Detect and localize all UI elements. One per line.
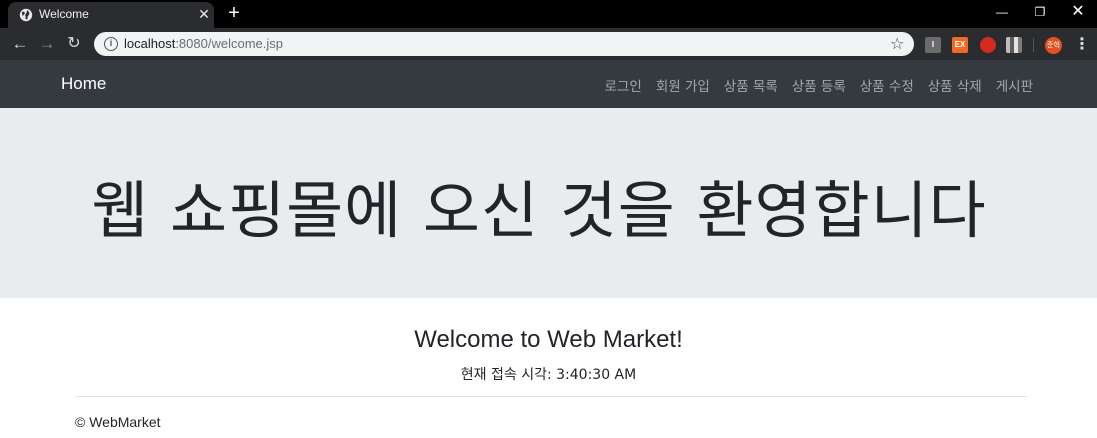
navbar-links: 로그인 회원 가입 상품 목록 상품 등록 상품 수정 상품 삭제 게시판: [605, 75, 1033, 95]
nav-link-board[interactable]: 게시판: [996, 75, 1033, 95]
footer-copyright: © WebMarket: [75, 414, 161, 430]
address-bar[interactable]: i localhost:8080/welcome.jsp ☆: [94, 32, 914, 56]
browser-menu-icon[interactable]: ⋮: [1074, 34, 1090, 54]
back-arrow-icon[interactable]: ←: [10, 34, 30, 54]
navbar-brand-home[interactable]: Home: [61, 74, 106, 94]
access-time-text: 현재 접속 시각: 3:40:30 AM: [460, 367, 637, 383]
browser-tab[interactable]: Welcome ✕: [8, 2, 214, 28]
nav-link-login[interactable]: 로그인: [605, 75, 642, 95]
reload-icon[interactable]: ↻: [64, 34, 84, 54]
nav-link-product-list[interactable]: 상품 목록: [724, 75, 778, 95]
extension-ex-icon[interactable]: EX: [952, 37, 968, 53]
nav-link-signup[interactable]: 회원 가입: [656, 75, 710, 95]
extension-i-icon[interactable]: I: [925, 37, 941, 53]
welcome-heading: Welcome to Web Market!: [414, 326, 683, 353]
globe-icon: [19, 8, 33, 22]
footer-divider: [75, 396, 1027, 397]
window-close-icon[interactable]: ✕: [1060, 0, 1096, 26]
site-navbar: Home 로그인 회원 가입 상품 목록 상품 등록 상품 수정 상품 삭제 게…: [0, 60, 1097, 108]
restore-icon[interactable]: ❐: [1022, 0, 1058, 26]
nav-link-product-add[interactable]: 상품 등록: [792, 75, 846, 95]
bookmark-star-icon[interactable]: ☆: [890, 34, 904, 54]
close-tab-icon[interactable]: ✕: [195, 5, 213, 23]
minimize-icon[interactable]: —: [984, 0, 1020, 26]
extension-hand-icon[interactable]: [980, 37, 996, 53]
toolbar-separator: [1033, 38, 1034, 52]
extension-barcode-icon[interactable]: [1006, 37, 1022, 53]
jumbotron-title: 웹 쇼핑몰에 오신 것을 환영합니다: [91, 174, 987, 247]
url-path: :8080/welcome.jsp: [175, 36, 283, 51]
forward-arrow-icon[interactable]: →: [37, 34, 57, 54]
url-text[interactable]: localhost:8080/welcome.jsp: [124, 36, 283, 51]
url-host: localhost: [124, 36, 176, 51]
browser-tab-strip: Welcome ✕ + — ❐ ✕: [0, 0, 1097, 28]
jumbotron: 웹 쇼핑몰에 오신 것을 환영합니다: [0, 108, 1097, 298]
profile-avatar[interactable]: 준혁: [1045, 37, 1062, 54]
nav-link-product-edit[interactable]: 상품 수정: [860, 75, 914, 95]
nav-link-product-delete[interactable]: 상품 삭제: [928, 75, 982, 95]
info-icon[interactable]: i: [104, 37, 118, 51]
new-tab-button[interactable]: +: [224, 3, 244, 23]
tab-title: Welcome: [39, 7, 89, 21]
